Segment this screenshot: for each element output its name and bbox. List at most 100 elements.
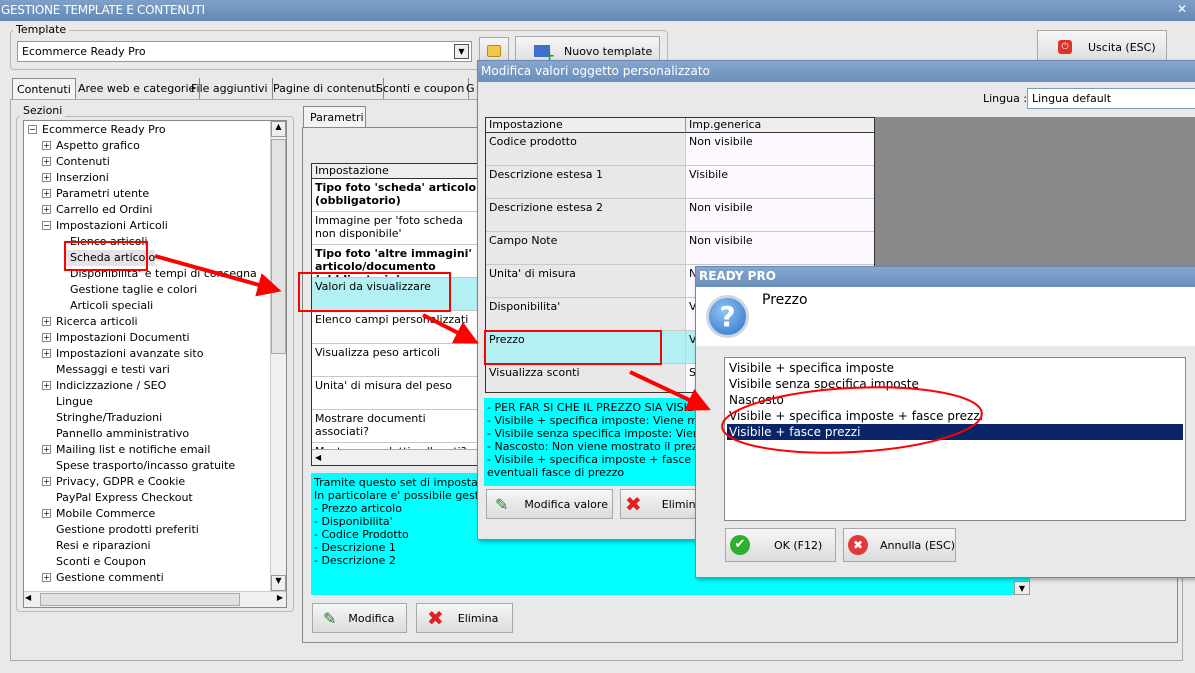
modifica-valore-button[interactable]: ✎ Modifica valore <box>486 489 613 519</box>
expand-icon[interactable]: + <box>42 349 51 358</box>
chevron-down-icon[interactable]: ▼ <box>454 44 469 59</box>
help-line: - Visibile senza specifica imposte: Vien… <box>487 427 698 440</box>
tab-file-aggiuntivi[interactable]: File aggiuntivi <box>187 78 273 99</box>
value-row-name[interactable]: Descrizione estesa 2 <box>486 199 686 232</box>
tree-item[interactable]: Scheda articolo <box>66 250 156 266</box>
tree-item[interactable]: + Contenuti <box>42 154 110 170</box>
expand-icon[interactable]: + <box>42 477 51 486</box>
expand-icon[interactable]: + <box>42 141 51 150</box>
option-item[interactable]: Visibile senza specifica imposte <box>727 376 1183 392</box>
expand-icon[interactable]: + <box>42 173 51 182</box>
value-row-name[interactable]: Disponibilita' <box>486 298 686 331</box>
tab-pagine-contenuti[interactable]: Pagine di contenuti <box>269 78 384 99</box>
tree-item[interactable]: + Aspetto grafico <box>42 138 140 154</box>
tree-item-label: Mailing list e notifiche email <box>56 443 211 456</box>
sections-tree[interactable]: − Ecommerce Ready Pro + Aspetto grafico + Co… <box>23 120 287 608</box>
tree-item[interactable]: Lingue <box>42 394 93 410</box>
expand-icon[interactable]: + <box>42 333 51 342</box>
value-row-name[interactable]: Visualizza sconti <box>486 364 686 392</box>
tree-item[interactable]: + Impostazioni Documenti <box>42 330 190 346</box>
params-row[interactable]: Unita' di misura del peso <box>312 377 482 410</box>
tree-item[interactable]: + Ricerca articoli <box>42 314 138 330</box>
template-select[interactable]: Ecommerce Ready Pro ▼ <box>17 41 472 62</box>
options-list[interactable]: Visibile + specifica imposte Visibile sen… <box>724 357 1186 521</box>
tree-item[interactable]: + Gestione commenti <box>42 570 164 586</box>
value-row-name[interactable]: Campo Note <box>486 232 686 265</box>
value-row-name[interactable]: Descrizione estesa 1 <box>486 166 686 199</box>
expand-icon[interactable]: + <box>42 573 51 582</box>
tree-item[interactable]: Stringhe/Traduzioni <box>42 410 162 426</box>
params-row[interactable]: Immagine per 'foto scheda non disponibil… <box>312 212 482 245</box>
expand-icon[interactable]: + <box>42 445 51 454</box>
language-label: Lingua : <box>983 92 1028 105</box>
tree-item[interactable]: Resi e riparazioni <box>42 538 151 554</box>
tree-item[interactable]: PayPal Express Checkout <box>42 490 193 506</box>
value-row-name[interactable]: Prezzo <box>486 331 686 364</box>
language-select[interactable]: Lingua default <box>1027 88 1195 109</box>
tree-item[interactable]: Messaggi e testi vari <box>42 362 170 378</box>
tab-parametri[interactable]: Parametri <box>303 106 366 128</box>
tree-item[interactable]: Disponibilita' e tempi di consegna <box>66 266 257 282</box>
params-row[interactable]: Valori da visualizzare <box>312 278 482 311</box>
tree-item[interactable]: − Impostazioni Articoli <box>42 218 168 234</box>
expand-icon[interactable]: + <box>42 317 51 326</box>
tree-item[interactable]: + Inserzioni <box>42 170 109 186</box>
tree-item-label: Mobile Commerce <box>56 507 156 520</box>
new-window-icon: + <box>534 45 555 63</box>
params-grid[interactable]: Impostazione Tipo foto 'scheda' articolo… <box>311 163 483 466</box>
tree-item[interactable]: + Parametri utente <box>42 186 149 202</box>
tree-item[interactable]: + Mailing list e notifiche email <box>42 442 210 458</box>
exit-button[interactable]: ⏻ Uscita (ESC) <box>1037 30 1167 64</box>
tree-root[interactable]: − Ecommerce Ready Pro <box>28 122 166 138</box>
tree-item[interactable]: + Impostazioni avanzate sito <box>42 346 203 362</box>
option-item[interactable]: Nascosto <box>727 392 1183 408</box>
expand-icon[interactable]: + <box>42 189 51 198</box>
option-item[interactable]: Visibile + fasce prezzi <box>727 424 1183 440</box>
tab-aree-web[interactable]: Aree web e categorie <box>74 78 201 99</box>
expand-icon[interactable]: + <box>42 381 51 390</box>
help-scroll-down[interactable]: ▼ <box>1014 581 1030 595</box>
tree-item[interactable]: Gestione taglie e colori <box>66 282 197 298</box>
tree-item[interactable]: Spese trasporto/incasso gratuite <box>42 458 235 474</box>
tree-item[interactable]: Sconti e Coupon <box>42 554 146 570</box>
tree-item[interactable]: + Carrello ed Ordini <box>42 202 152 218</box>
tree-item[interactable]: + Mobile Commerce <box>42 506 155 522</box>
params-row[interactable]: Visualizza peso articoli <box>312 344 482 377</box>
option-item[interactable]: Visibile + specifica imposte <box>727 360 1183 376</box>
tree-item[interactable]: + Privacy, GDPR e Cookie <box>42 474 185 490</box>
cancel-button[interactable]: ✖ Annulla (ESC) <box>843 528 956 562</box>
expand-icon[interactable]: + <box>42 157 51 166</box>
close-button[interactable]: ✕ <box>1177 2 1187 16</box>
collapse-icon[interactable]: − <box>42 221 51 230</box>
expand-icon[interactable]: + <box>42 205 51 214</box>
tree-vertical-scrollbar[interactable]: ▲ ▼ <box>270 121 286 591</box>
params-row[interactable]: Tipo foto 'altre immagini' articolo/docu… <box>312 245 482 278</box>
elimina-button[interactable]: ✖ Elimina <box>416 603 513 633</box>
value-row-name[interactable]: Unita' di misura <box>486 265 686 298</box>
exit-label: Uscita (ESC) <box>1088 40 1156 54</box>
value-row-name[interactable]: Codice prodotto <box>486 133 686 166</box>
value-row-value[interactable]: Visibile <box>686 166 874 199</box>
params-row[interactable]: Elenco campi personalizzati <box>312 311 482 344</box>
tree-item-label: Stringhe/Traduzioni <box>56 411 163 424</box>
params-row[interactable]: Tipo foto 'scheda' articolo (obbligatori… <box>312 179 482 212</box>
tab-contenuti[interactable]: Contenuti <box>12 78 76 99</box>
value-row-value[interactable]: Non visibile <box>686 199 874 232</box>
tree-item[interactable]: Pannello amministrativo <box>42 426 189 442</box>
tree-item[interactable]: Gestione prodotti preferiti <box>42 522 199 538</box>
tree-item[interactable]: Articoli speciali <box>66 298 153 314</box>
params-horizontal-scrollbar[interactable]: ◀ <box>312 449 482 465</box>
option-item[interactable]: Visibile + specifica imposte + fasce pre… <box>727 408 1183 424</box>
params-row[interactable]: Mostrare documenti associati? <box>312 410 482 443</box>
value-row-value[interactable]: Non visibile <box>686 232 874 265</box>
tree-item[interactable]: Elenco articoli <box>66 234 148 250</box>
tree-item-label: Gestione commenti <box>56 571 164 584</box>
tree-item[interactable]: + Indicizzazione / SEO <box>42 378 166 394</box>
tree-horizontal-scrollbar[interactable]: ◀ ▶ <box>24 591 286 607</box>
tab-sconti-coupon[interactable]: Sconti e coupon <box>372 78 470 99</box>
ok-button[interactable]: ✔ OK (F12) <box>725 528 836 562</box>
expand-icon[interactable]: + <box>42 509 51 518</box>
value-row-value[interactable]: Non visibile <box>686 133 874 166</box>
tree-item-label: Aspetto grafico <box>56 139 140 152</box>
modifica-button[interactable]: ✎ Modifica <box>312 603 407 633</box>
